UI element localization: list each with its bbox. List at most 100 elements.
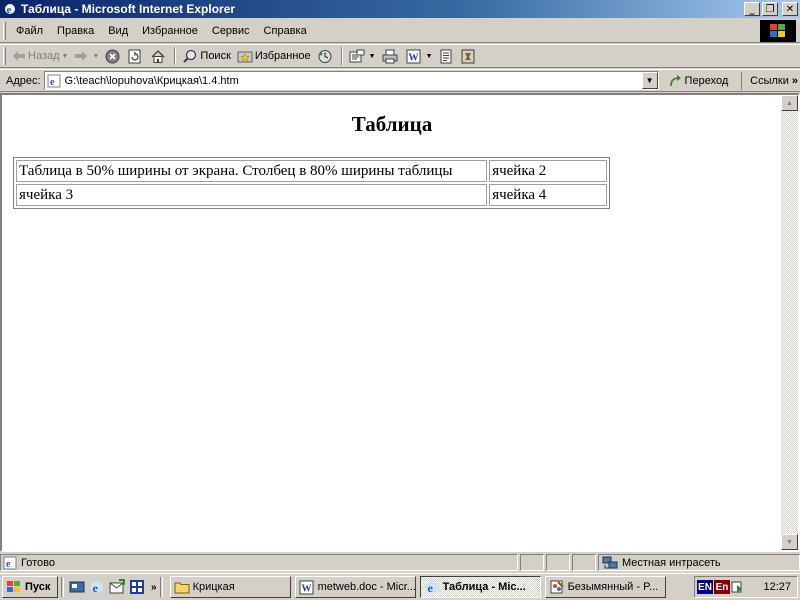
svg-text:e: e xyxy=(93,581,99,595)
volume-icon[interactable] xyxy=(731,580,745,594)
search-icon xyxy=(183,49,197,63)
messenger-button[interactable] xyxy=(458,46,480,66)
task-button[interactable]: W metweb.doc - Micr... xyxy=(294,576,416,598)
intranet-zone-icon xyxy=(602,556,618,568)
toolbar-grip[interactable] xyxy=(3,47,6,65)
refresh-icon xyxy=(128,49,141,63)
minimize-button[interactable]: _ xyxy=(744,2,760,16)
language-indicator[interactable]: EN xyxy=(697,580,713,594)
go-button[interactable]: Переход xyxy=(669,74,729,88)
discuss-icon xyxy=(440,49,452,63)
page-status-icon: e xyxy=(3,556,17,570)
ie-launch-icon[interactable]: e xyxy=(89,579,105,595)
address-dropdown-button[interactable]: ▼ xyxy=(641,72,658,89)
svg-text:e: e xyxy=(6,559,11,570)
task-label: Крицкая xyxy=(192,581,235,593)
menu-file[interactable]: Файл xyxy=(9,25,50,37)
restore-button[interactable]: ❐ xyxy=(762,2,778,16)
toolbar-separator xyxy=(174,47,177,65)
history-icon xyxy=(318,49,332,63)
mail-dropdown-icon[interactable]: ▼ xyxy=(369,53,376,60)
back-label: Назад xyxy=(28,50,60,62)
svg-text:e: e xyxy=(7,4,12,16)
windows-media-icon[interactable] xyxy=(129,579,145,595)
table-cell: Таблица в 50% ширины от экрана. Столбец … xyxy=(16,160,488,182)
close-button[interactable]: ✕ xyxy=(782,2,798,16)
taskbar: Пуск e » Крицкая W metweb.doc - Micr... … xyxy=(0,573,800,600)
mail-button[interactable]: ▼ xyxy=(346,46,379,66)
page-content: Таблица Таблица в 50% ширины от экрана. … xyxy=(2,95,782,550)
search-label: Поиск xyxy=(200,50,231,62)
outlook-express-icon[interactable] xyxy=(109,579,125,595)
task-button[interactable]: Крицкая xyxy=(169,576,291,598)
window-title: Таблица - Microsoft Internet Explorer xyxy=(21,2,236,16)
word-edit-icon: W xyxy=(406,49,421,63)
start-label: Пуск xyxy=(25,581,51,593)
zone-label: Местная интрасеть xyxy=(622,556,721,569)
task-button-active[interactable]: e Таблица - Mic... xyxy=(419,576,541,598)
toolbar-separator xyxy=(340,47,343,65)
svg-text:W: W xyxy=(301,583,311,594)
browser-viewport: Таблица Таблица в 50% ширины от экрана. … xyxy=(0,93,800,552)
print-icon xyxy=(382,49,398,63)
forward-dropdown-icon[interactable]: ▼ xyxy=(92,53,99,60)
task-button[interactable]: Безымянный - P... xyxy=(544,576,666,598)
menu-edit[interactable]: Правка xyxy=(50,25,101,37)
table-cell: ячейка 3 xyxy=(16,184,488,206)
status-cell xyxy=(520,554,544,571)
scroll-up-button[interactable]: ▲ xyxy=(781,95,798,111)
links-chevron-icon: » xyxy=(791,74,798,87)
window-title-bar[interactable]: e Таблица - Microsoft Internet Explorer … xyxy=(0,0,800,18)
paint-icon xyxy=(550,580,564,594)
forward-arrow-icon xyxy=(75,51,88,61)
status-bar: e Готово Местная интрасеть xyxy=(0,553,800,572)
search-button[interactable]: Поиск xyxy=(179,46,233,66)
print-button[interactable] xyxy=(379,46,403,66)
taskbar-separator xyxy=(61,577,64,597)
scroll-down-button[interactable]: ▼ xyxy=(781,534,798,550)
edit-button[interactable]: W ▼ xyxy=(403,46,436,66)
show-desktop-icon[interactable] xyxy=(69,579,85,595)
edit-dropdown-icon[interactable]: ▼ xyxy=(426,53,433,60)
menu-view[interactable]: Вид xyxy=(101,25,135,37)
start-button[interactable]: Пуск xyxy=(2,576,58,598)
home-icon xyxy=(151,49,165,63)
back-dropdown-icon[interactable]: ▼ xyxy=(62,53,69,60)
menu-tools[interactable]: Сервис xyxy=(205,25,257,37)
stop-button[interactable] xyxy=(102,46,125,66)
menu-grip[interactable] xyxy=(3,21,6,40)
back-button[interactable]: Назад ▼ xyxy=(9,46,71,66)
ie-icon: e xyxy=(5,4,15,16)
menu-favorites[interactable]: Избранное xyxy=(135,25,205,37)
address-bar: Адрес: e G:\teach\lopuhova\Крицкая\1.4.h… xyxy=(0,69,800,92)
word-doc-icon: W xyxy=(299,580,314,594)
windows-flag-icon xyxy=(7,581,20,592)
security-zone[interactable]: Местная интрасеть xyxy=(598,554,800,571)
links-button[interactable]: Ссылки » xyxy=(741,71,800,90)
page-ie-icon: e xyxy=(47,74,61,88)
keyboard-layout-indicator[interactable]: En xyxy=(714,580,730,594)
mail-icon xyxy=(349,49,365,62)
messenger-icon xyxy=(461,49,475,63)
clock[interactable]: 12:27 xyxy=(763,581,791,593)
svg-text:e: e xyxy=(427,581,433,595)
discuss-button[interactable] xyxy=(436,46,458,66)
go-label: Переход xyxy=(684,74,729,87)
content-table: Таблица в 50% ширины от экрана. Столбец … xyxy=(13,157,610,209)
home-button[interactable] xyxy=(147,46,171,66)
address-input[interactable]: e G:\teach\lopuhova\Крицкая\1.4.htm ▼ xyxy=(43,71,659,90)
history-button[interactable] xyxy=(314,46,338,66)
vertical-scrollbar[interactable]: ▲ ▼ xyxy=(781,95,798,550)
refresh-button[interactable] xyxy=(125,46,147,66)
address-label: Адрес: xyxy=(6,74,41,87)
svg-text:e: e xyxy=(50,77,55,88)
links-label: Ссылки xyxy=(750,74,789,87)
menu-help[interactable]: Справка xyxy=(257,25,314,37)
quick-launch: e » xyxy=(69,579,157,595)
favorites-button[interactable]: Избранное xyxy=(234,46,314,66)
task-label: metweb.doc - Micr... xyxy=(317,581,416,593)
windows-logo-icon xyxy=(760,20,796,42)
forward-button[interactable]: ▼ xyxy=(71,46,102,66)
quicklaunch-more-icon[interactable]: » xyxy=(151,582,157,593)
folder-icon xyxy=(174,582,190,594)
